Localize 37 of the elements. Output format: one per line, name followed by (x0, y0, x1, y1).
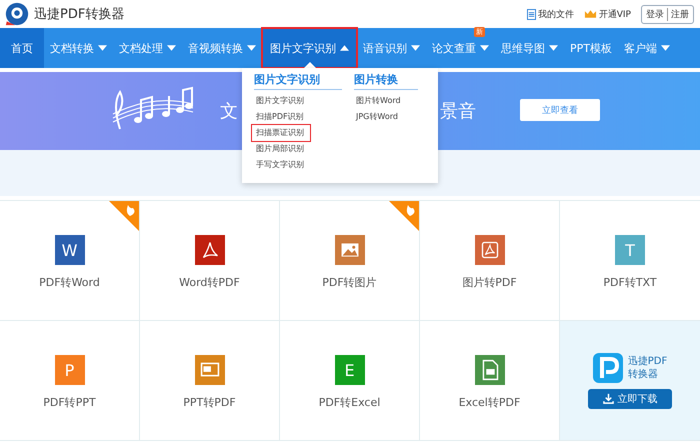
tool-icon: P (54, 355, 84, 385)
tool-tile[interactable]: W PDF转Word (0, 201, 140, 321)
menu-item[interactable]: 图片转Word (354, 93, 403, 109)
tool-tile[interactable]: PDF转图片 (280, 201, 420, 321)
menu-heading: 图片转换 (354, 72, 418, 90)
menu-item[interactable]: JPG转Word (354, 109, 400, 125)
menu-heading: 图片文字识别 (254, 72, 342, 90)
tool-tile[interactable]: P PDF转PPT (0, 321, 140, 441)
tool-tile[interactable]: Excel转PDF (420, 321, 560, 441)
tool-tile[interactable]: PPT转PDF (140, 321, 280, 441)
document-icon (526, 8, 536, 20)
header-link[interactable]: 开通VIP (584, 8, 631, 20)
download-button[interactable]: 立即下载 (588, 388, 672, 408)
app-name: 转换器 (628, 368, 659, 380)
app-logo-icon (592, 352, 623, 382)
download-icon (602, 393, 614, 404)
nav-tab[interactable]: 首页 (0, 28, 44, 68)
crown-icon (584, 9, 597, 19)
menu-item[interactable]: 手写文字识别 (254, 157, 306, 173)
tool-tile[interactable]: E PDF转Excel (280, 321, 420, 441)
tool-icon: T (615, 235, 645, 265)
menu-item[interactable]: 图片局部识别 (254, 141, 306, 157)
nav-tab[interactable]: 图片文字识别 (262, 28, 357, 68)
tool-tile[interactable]: 图片转PDF (420, 201, 560, 321)
tool-icon: E (334, 355, 364, 385)
menu-item[interactable]: 扫描PDF识别 (254, 109, 306, 125)
app-name: 迅捷PDF (628, 354, 668, 368)
tool-tile[interactable]: Word转PDF (140, 201, 280, 321)
header-link[interactable]: 我的文件 (526, 8, 574, 20)
auth-link[interactable]: 登录 (646, 8, 664, 20)
brand-name[interactable]: 迅捷PDF转换器 (34, 5, 124, 23)
banner-title: 文 (220, 100, 238, 123)
tool-icon: W (54, 235, 84, 265)
auth-link[interactable]: 注册 (667, 8, 689, 20)
banner-title: 景音 (440, 100, 476, 123)
menu-item[interactable]: 扫描票证识别 (252, 125, 310, 141)
menu-item[interactable]: 图片文字识别 (254, 93, 306, 109)
